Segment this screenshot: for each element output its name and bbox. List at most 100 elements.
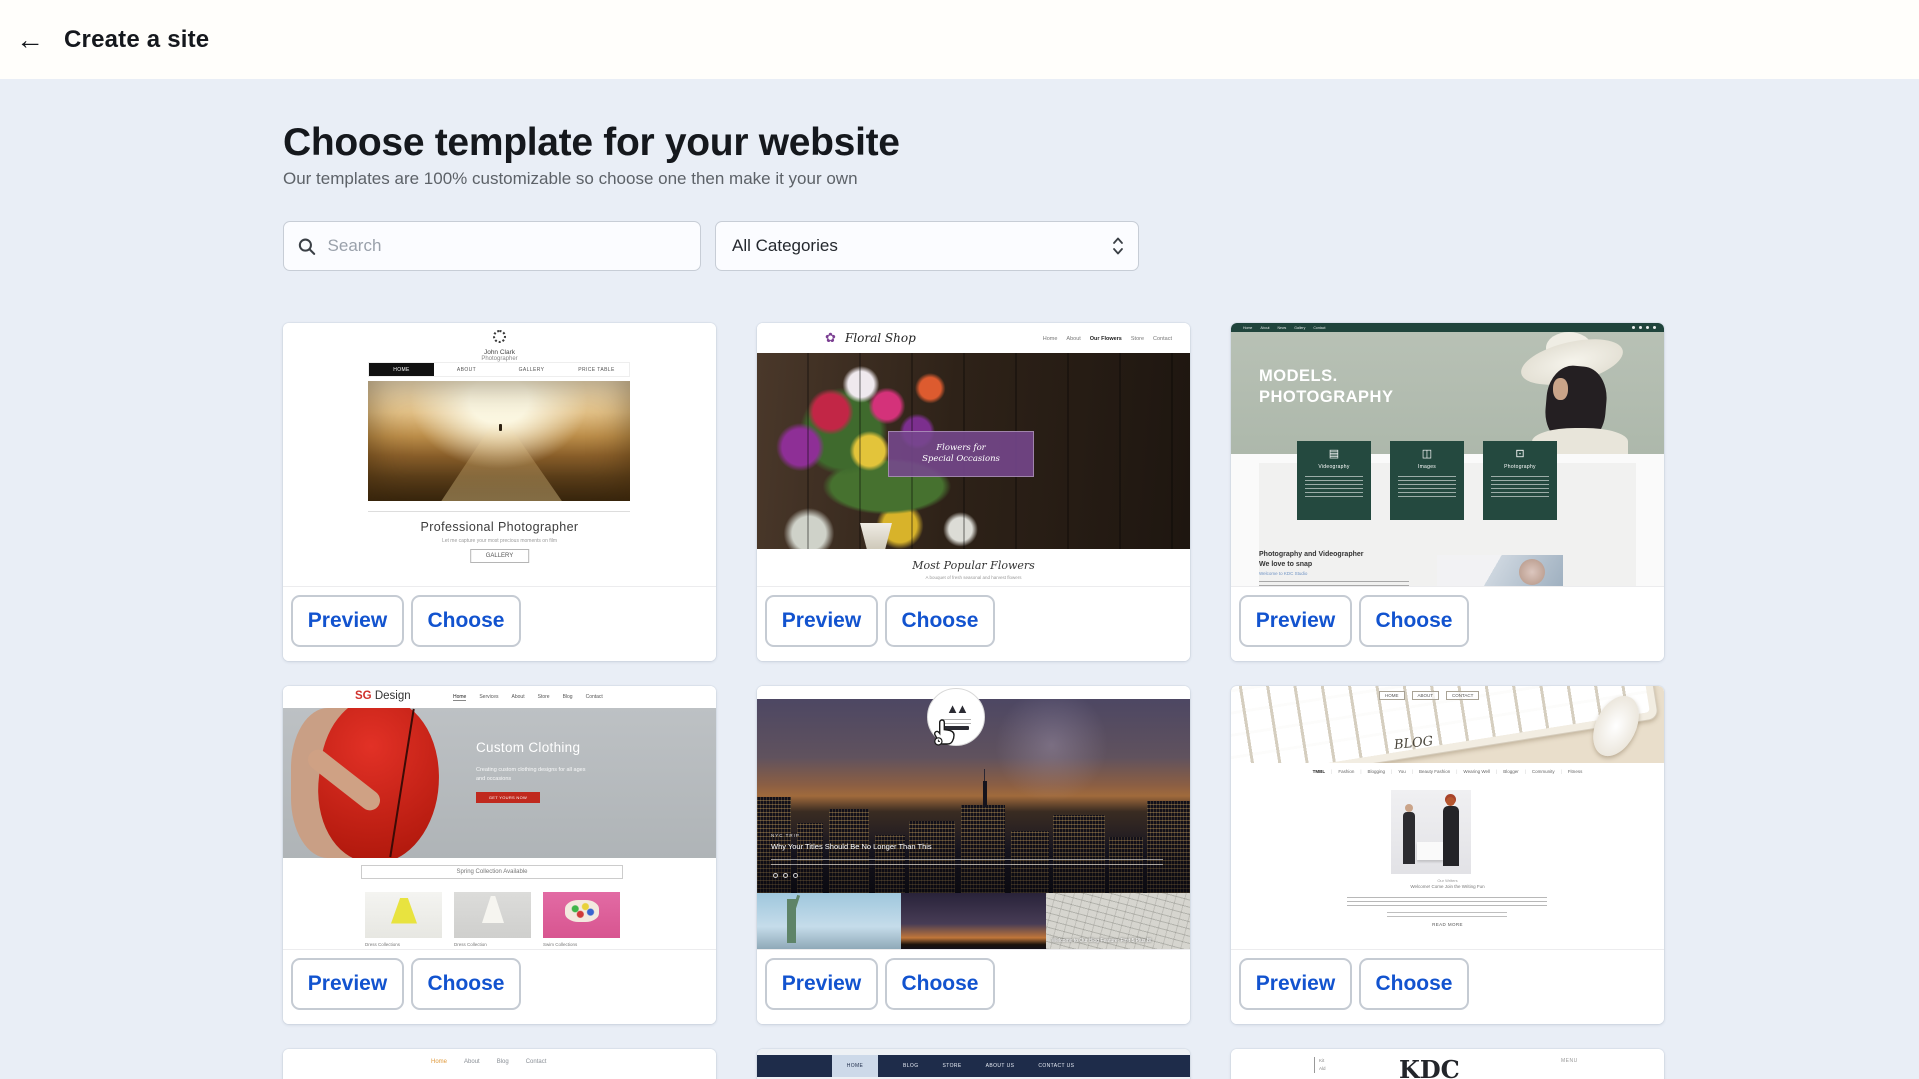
search-icon: [298, 237, 316, 256]
template-thumbnail-partial: Home About Blog Contact: [283, 1049, 716, 1079]
mock-nav-item: About: [1260, 326, 1269, 330]
choose-button[interactable]: Choose: [411, 958, 521, 1010]
card-actions: Preview Choose: [757, 949, 1190, 1024]
choose-button[interactable]: Choose: [885, 595, 995, 647]
tile-label: Photography: [1483, 464, 1557, 470]
choose-button[interactable]: Choose: [1359, 595, 1469, 647]
swimwear-photo: [543, 892, 620, 938]
red-dress: [309, 708, 448, 858]
mock-nav-item: About: [512, 694, 525, 701]
template-thumbnail-keyboard: HOME ABOUT CONTACT BLOG TMBL| Fashion| B…: [1231, 686, 1664, 949]
template-card-partial-3: Kit Ald KDC MENU: [1231, 1049, 1664, 1079]
mock-hero-nav: HOME ABOUT CONTACT: [1379, 691, 1479, 700]
office-photo: [1391, 790, 1471, 874]
mock-banner: Flowers for Special Occasions: [888, 431, 1034, 477]
paragraph-lines: [771, 855, 1163, 865]
preview-button[interactable]: Preview: [1239, 595, 1352, 647]
card-actions: Preview Choose: [757, 586, 1190, 661]
mock-nav-item: ABOUT: [434, 363, 499, 376]
person-silhouette: [1403, 812, 1415, 864]
mock-banner: Spring Collection Available: [361, 865, 623, 879]
paragraph-lines: [1347, 894, 1547, 906]
white-dress-photo: [454, 892, 531, 938]
template-card-partial-2: HOME BLOG STORE ABOUT US CONTACT US: [757, 1049, 1190, 1079]
preview-button[interactable]: Preview: [1239, 958, 1352, 1010]
mock-menu-label: MENU: [1561, 1058, 1578, 1064]
camera-shutter-icon: [493, 330, 506, 343]
mock-shop-button: GET YOURS NOW: [476, 792, 540, 803]
mock-nav-chip: CONTACT: [1446, 691, 1479, 700]
mock-logo-name: John Clark: [283, 349, 716, 356]
preview-button[interactable]: Preview: [291, 595, 404, 647]
search-input[interactable]: [328, 236, 686, 256]
antenna: [984, 769, 985, 781]
mock-nav: HOME BLOG STORE ABOUT US CONTACT US: [757, 1055, 1190, 1077]
mock-nav-item: Fashion: [1338, 769, 1354, 774]
feature-tile: ▤ Videography: [1297, 441, 1371, 520]
mock-nav: Home Services About Store Blog Contact: [453, 694, 603, 701]
template-card-floral-shop: ✿ Floral Shop Home About Our Flowers Sto…: [757, 323, 1190, 661]
mock-nav-item: Contact: [586, 694, 603, 701]
mock-brand: Floral Shop: [845, 331, 916, 345]
create-site-page: ← Create a site Choose template for your…: [0, 0, 1919, 1079]
choose-button[interactable]: Choose: [885, 958, 995, 1010]
card-actions: Preview Choose: [1231, 586, 1664, 661]
tulip-bouquet-photo: Flowers for Special Occasions: [757, 353, 1190, 549]
statue-of-liberty-thumb: [757, 893, 901, 949]
category-select[interactable]: All Categories: [715, 221, 1139, 271]
mock-nav-item: You: [1398, 769, 1406, 774]
mock-nav-item: STORE: [943, 1063, 962, 1069]
mock-nav-item: Contact: [526, 1059, 547, 1065]
template-thumbnail-partial: Kit Ald KDC MENU: [1231, 1049, 1664, 1079]
template-card-partial-1: Home About Blog Contact: [283, 1049, 716, 1079]
template-thumbnail-sg-design: SG Design Home Services About Store Blog…: [283, 686, 716, 949]
preview-button[interactable]: Preview: [291, 958, 404, 1010]
category-selected-value: All Categories: [732, 236, 838, 256]
mock-nav-item: Home: [453, 694, 466, 701]
mock-nav: Home About Blog Contact: [431, 1059, 546, 1065]
mock-nav-item: Community: [1532, 769, 1555, 774]
mock-brand: KDC: [1399, 1055, 1460, 1079]
mock-nav-item: Wearing Well: [1463, 769, 1490, 774]
social-icons: [1632, 326, 1656, 329]
mock-logo: John Clark Photographer: [283, 330, 716, 362]
tile-text-lines: [1398, 475, 1456, 497]
filter-controls: All Categories: [283, 221, 1663, 271]
card-actions: Preview Choose: [1231, 949, 1664, 1024]
app-bar: ← Create a site: [0, 0, 1919, 79]
mock-hero-subtext: Creating custom clothing designs for all…: [476, 766, 585, 784]
back-arrow-icon[interactable]: ←: [8, 18, 52, 62]
divider: [368, 511, 630, 512]
template-card-photographer: John Clark Photographer HOME ABOUT GALLE…: [283, 323, 716, 661]
mock-nav-item: About: [1066, 336, 1080, 342]
mock-nav-item: PRICE TABLE: [564, 363, 629, 376]
mock-caption: Our Writers: [1231, 878, 1664, 883]
preview-button[interactable]: Preview: [765, 958, 878, 1010]
product-caption: Swim Collections: [543, 942, 620, 947]
mock-nav-item: News: [1278, 326, 1287, 330]
product-caption: Dress Collection: [454, 942, 531, 947]
template-card-models-photography: Home About News Gallery Contact: [1231, 323, 1664, 661]
template-thumbnail-travel: Menu ☰: [757, 686, 1190, 949]
tile-label: Images: [1390, 464, 1464, 470]
mock-nav-item: Contact: [1153, 336, 1172, 342]
mock-hero-title: Custom Clothing: [476, 740, 580, 755]
tile-text-lines: [1491, 475, 1549, 497]
mock-hero-title: MODELS. PHOTOGRAPHY: [1259, 366, 1393, 407]
field-path: [368, 381, 630, 501]
preview-button[interactable]: Preview: [765, 595, 878, 647]
mock-nav-item: Fitness: [1568, 769, 1583, 774]
walking-figure: [499, 424, 502, 431]
milky-way: [976, 699, 1126, 822]
yellow-dress-photo: [365, 892, 442, 938]
feature-tile: ⊡ Photography: [1483, 441, 1557, 520]
red-dress-hero-photo: Custom Clothing Creating custom clothing…: [283, 708, 716, 858]
choose-button[interactable]: Choose: [411, 595, 521, 647]
search-box[interactable]: [283, 221, 701, 271]
mock-subtext: A bouquet of fresh seasonal and harvest …: [757, 575, 1190, 580]
choose-button[interactable]: Choose: [1359, 958, 1469, 1010]
brand-accent: SG: [355, 690, 372, 702]
person-redhead: [1443, 806, 1459, 866]
mock-brand: SG Design: [355, 690, 411, 702]
mock-subtext: Let me capture your most precious moment…: [283, 538, 716, 544]
